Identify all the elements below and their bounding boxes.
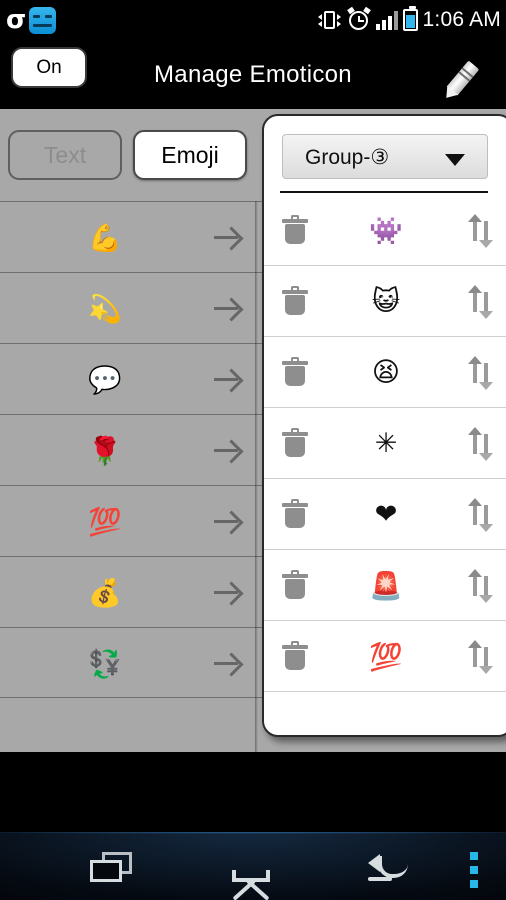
navigation-bar [0, 832, 506, 900]
trash-icon[interactable] [282, 215, 308, 245]
emoji-glyph: 😺 [371, 286, 401, 317]
emoji-glyph: 💪 [88, 222, 122, 254]
group-emoji-row[interactable]: ❤ [264, 479, 506, 550]
alarm-clock-icon [346, 6, 371, 32]
signal-bars-icon [375, 10, 398, 30]
arrow-right-icon[interactable] [214, 510, 240, 532]
group-emoji-row[interactable]: 🚨 [264, 550, 506, 621]
battery-icon [402, 6, 418, 31]
edit-button[interactable] [446, 56, 492, 98]
blue-face-icon [29, 6, 57, 34]
group-emoji-row[interactable]: 😺 [264, 266, 506, 337]
reorder-updown-icon[interactable] [468, 356, 494, 390]
group-emoji-list: 👾 😺 😫 ✳ ❤ 🚨 💯 [264, 195, 506, 692]
emoji-glyph: 💯 [369, 641, 403, 673]
emoji-glyph: 😫 [371, 357, 401, 388]
group-dropdown-label: Group-③ [305, 146, 390, 169]
reorder-updown-icon[interactable] [468, 569, 494, 603]
emoji-source-list: 💪 💫 💬 🌹 💯 💰 💱 [0, 201, 262, 698]
reorder-updown-icon[interactable] [468, 285, 494, 319]
reorder-updown-icon[interactable] [468, 427, 494, 461]
group-emoji-row[interactable]: 😫 [264, 337, 506, 408]
overflow-menu-button[interactable] [444, 832, 506, 900]
reorder-updown-icon[interactable] [468, 640, 494, 674]
emoji-glyph: 👾 [369, 215, 403, 247]
reorder-updown-icon[interactable] [468, 214, 494, 248]
tab-bar: Text Emoji [0, 126, 262, 186]
back-icon [368, 854, 416, 882]
arrow-right-icon[interactable] [214, 297, 240, 319]
emoji-source-row[interactable]: 💫 [0, 272, 262, 343]
emoji-glyph: 💰 [88, 577, 122, 609]
status-bar: σ 1:06 AM [0, 0, 506, 40]
arrow-right-icon[interactable] [214, 581, 240, 603]
phone-screen: σ 1:06 AM Manage Emoticon On Text Emoji … [0, 0, 506, 900]
back-button[interactable] [342, 832, 442, 900]
list-edge-shadow [255, 201, 258, 791]
arrow-right-icon[interactable] [214, 368, 240, 390]
home-button[interactable] [202, 832, 302, 900]
emoji-source-row[interactable]: 🌹 [0, 414, 262, 485]
vibrate-icon [317, 9, 342, 31]
emoji-source-row[interactable]: 💰 [0, 556, 262, 627]
emoji-glyph: ❤ [374, 499, 398, 530]
chevron-down-icon [445, 154, 465, 166]
action-bar: Manage Emoticon On [0, 40, 506, 109]
group-emoji-row[interactable]: 👾 [264, 195, 506, 266]
emoji-source-row[interactable]: 💯 [0, 485, 262, 556]
group-dropdown[interactable]: Group-③ [282, 134, 488, 179]
home-icon [228, 854, 274, 900]
emoji-glyph: 🚨 [369, 570, 403, 602]
emoji-glyph: 🌹 [88, 435, 122, 467]
overflow-menu-icon [470, 852, 478, 894]
emoji-glyph: 💯 [88, 506, 122, 538]
trash-icon[interactable] [282, 641, 308, 671]
tab-text[interactable]: Text [8, 130, 122, 180]
recents-icon [90, 852, 132, 882]
recents-button[interactable] [62, 832, 162, 900]
emoji-glyph: ✳ [374, 428, 398, 459]
arrow-right-icon[interactable] [214, 652, 240, 674]
trash-icon[interactable] [282, 357, 308, 387]
emoji-source-row[interactable]: 💪 [0, 201, 262, 272]
content-area: Text Emoji 💪 💫 💬 🌹 💯 💰 💱 Group-③ 👾 😺 😫 ✳ ❤ 🚨 💯 [0, 109, 506, 791]
arrow-right-icon[interactable] [214, 439, 240, 461]
emoji-glyph: 💬 [88, 364, 122, 396]
pencil-icon [446, 60, 480, 96]
emoji-source-row[interactable]: 💱 [0, 627, 262, 698]
emoji-glyph: 💫 [88, 293, 122, 325]
trash-icon[interactable] [282, 428, 308, 458]
arrow-right-icon[interactable] [214, 226, 240, 248]
sigma-glyph-icon: σ [6, 5, 27, 35]
panel-divider [280, 191, 488, 193]
trash-icon[interactable] [282, 286, 308, 316]
status-bar-right: 1:06 AM [317, 0, 501, 40]
trash-icon[interactable] [282, 499, 308, 529]
group-emoji-row[interactable]: 💯 [264, 621, 506, 692]
emoji-glyph: 💱 [88, 648, 122, 680]
tab-emoji[interactable]: Emoji [133, 130, 247, 180]
trash-icon[interactable] [282, 570, 308, 600]
status-bar-left: σ [6, 0, 57, 40]
emoji-source-row[interactable]: 💬 [0, 343, 262, 414]
group-panel: Group-③ 👾 😺 😫 ✳ ❤ 🚨 💯 [262, 114, 506, 737]
reorder-updown-icon[interactable] [468, 498, 494, 532]
on-off-toggle-button[interactable]: On [13, 49, 85, 86]
status-clock: 1:06 AM [422, 8, 501, 31]
group-emoji-row[interactable]: ✳ [264, 408, 506, 479]
